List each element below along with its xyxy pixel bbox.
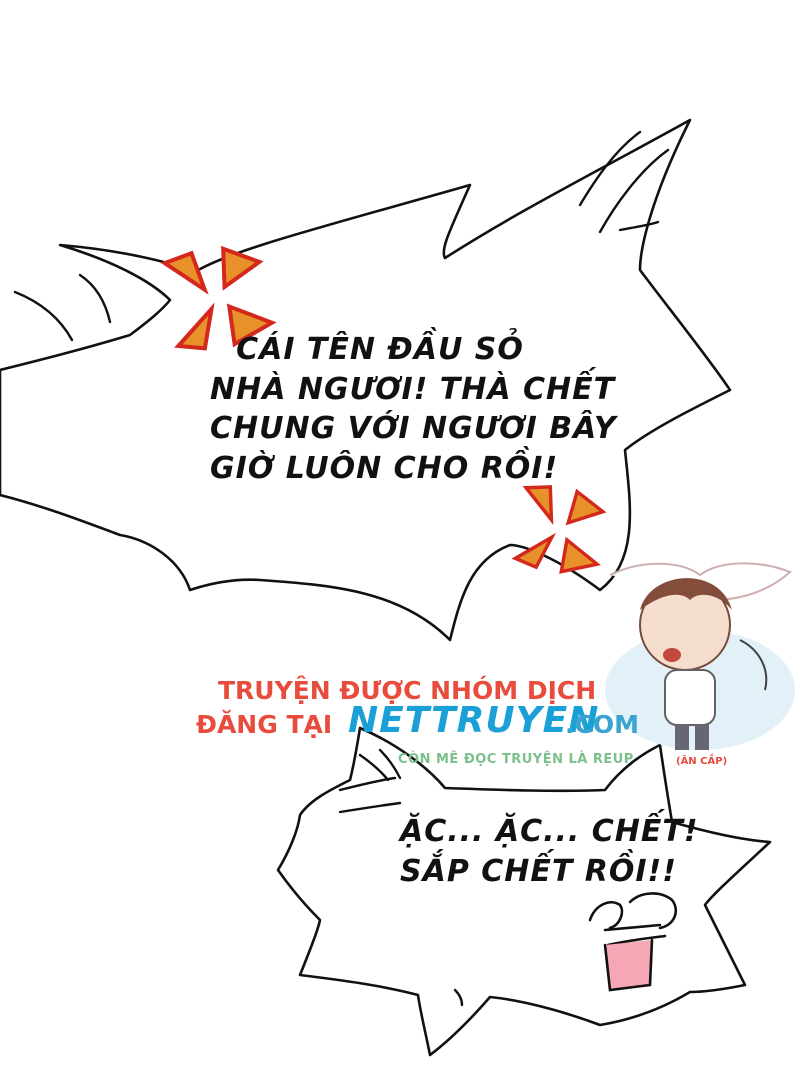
panel-artwork [0,118,795,1057]
comic-panel: CÁI TÊN ĐẦU SỎ NHÀ NGƯƠI! THÀ CHẾT CHUNG… [0,0,800,1088]
watermark-prefix: ĐĂNG TẠI [196,710,333,739]
speech-bubble-small [276,726,772,1057]
speech-line: SẮP CHẾT RỒI!! [400,853,677,889]
watermark-tagline: CÒN MÊ ĐỌC TRUYỆN LÀ REUP [398,752,634,767]
watermark-tagline-note: (ĂN CẮP) [676,756,728,767]
speech-line: NHÀ NGƯƠI! THÀ CHẾT [210,371,616,407]
speech-text-main: CÁI TÊN ĐẦU SỎ NHÀ NGƯƠI! THÀ CHẾT CHUNG… [210,330,617,488]
speech-line: CÁI TÊN ĐẦU SỎ [236,332,524,367]
watermark-domain: .COM [565,710,639,739]
speech-line: GIỜ LUÔN CHO RỒI! [210,450,559,486]
speech-line: CHUNG VỚI NGƯƠI BÂY [210,411,617,447]
speech-line: ẶC... ẶC... CHẾT! [400,814,699,849]
watermark-brand: NETTRUYEN [348,700,600,741]
speech-text-small: ẶC... ẶC... CHẾT! SẮP CHẾT RỒI!! [400,812,699,891]
